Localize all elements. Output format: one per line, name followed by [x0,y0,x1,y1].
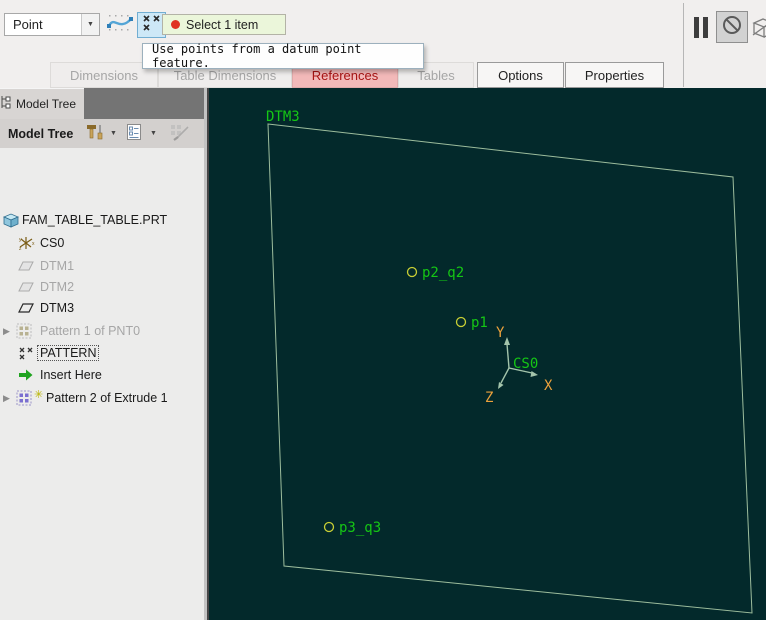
csys-icon: y z x [18,235,36,251]
tree-filter-button-disabled [168,122,192,146]
csys-label[interactable]: CS0 [513,356,538,372]
tab-model-tree[interactable]: Model Tree [0,88,84,119]
tree-hierarchy-icon [0,94,16,114]
filter-disabled-icon [168,122,192,145]
graphics-viewport[interactable]: DTM3 p2_q2 p1 p3_q3 Y X Z CS0 [209,88,766,620]
point-type-combobox[interactable]: Point ▼ [4,13,100,36]
sketched-points-button[interactable] [105,13,135,37]
tree-settings-dropdown[interactable]: ▼ [150,122,157,146]
tools-icon [85,122,105,145]
axis-label-z: Z [485,390,493,406]
tree-item-dtm1[interactable]: DTM1 [0,255,204,277]
model-tree-title: Model Tree [8,126,74,141]
tree-item-pattern1[interactable]: ▶ Pattern 1 of PNT0 [0,320,204,342]
datum-plane-icon [18,260,34,272]
part-icon [3,213,19,228]
tree-item-part[interactable]: FAM_TABLE_TABLE.PRT [0,209,204,231]
tab-options[interactable]: Options [477,62,564,88]
datum-plane-icon [18,281,34,293]
tree-settings-button[interactable] [126,122,143,146]
pattern-icon [16,323,32,339]
model-tree-panel: Model Tree Model Tree ▼ ▼ FAM_TABLE_TABL… [0,88,204,620]
insert-arrow-icon [18,368,34,382]
selection-status: Select 1 item [162,14,286,35]
application-window: Point ▼ Select 1 item Dimensions Table D… [0,0,766,620]
pause-button[interactable] [694,17,709,38]
chevron-down-icon[interactable]: ▼ [81,14,99,35]
required-dot-icon [171,20,180,29]
tree-tools-button[interactable] [85,122,105,146]
point-label[interactable]: p3_q3 [339,520,381,536]
curve-points-icon [106,12,134,39]
svg-text:x: x [32,241,35,247]
checklist-icon [126,123,143,144]
tree-item-pattern2[interactable]: ▶ ✳ Pattern 2 of Extrude 1 [0,387,204,409]
pause-icon [694,17,699,38]
pattern-icon [16,390,32,406]
tab-properties[interactable]: Properties [565,62,664,88]
point-label[interactable]: p2_q2 [422,265,464,281]
cancel-button[interactable] [716,11,748,43]
datum-plane-icon [18,302,34,314]
selection-status-text: Select 1 item [186,17,259,32]
datum-plane-label[interactable]: DTM3 [266,109,300,125]
no-entry-icon [720,13,744,42]
tree-item-dtm2[interactable]: DTM2 [0,276,204,298]
datum-display-button[interactable] [751,15,766,40]
toolbar-divider [683,3,684,87]
tree-item-insert-here[interactable]: Insert Here [0,364,204,386]
tree-item-pattern-selected[interactable]: PATTERN [0,342,204,364]
tree-item-dtm3[interactable]: DTM3 [0,297,204,319]
model-tree-header: Model Tree ▼ ▼ [0,119,204,148]
tooltip: Use points from a datum point feature. [142,42,424,70]
axis-label-y: Y [496,325,505,341]
axis-label-x: X [544,378,553,394]
datum-points-icon [18,346,35,361]
expand-icon[interactable]: ▶ [3,326,13,337]
point-type-value: Point [13,17,43,32]
point-label[interactable]: p1 [471,315,488,331]
tooltip-text: Use points from a datum point feature. [152,42,362,70]
model-tree-list: FAM_TABLE_TABLE.PRT y z x CS0 DTM1 DTM2 … [0,148,204,620]
tree-item-cs0[interactable]: y z x CS0 [0,232,204,254]
datum-points-icon [140,13,163,38]
model-tree-tab-label: Model Tree [16,97,77,111]
wireframe-cube-icon [751,18,766,44]
modified-star-icon: ✳ [34,389,44,401]
svg-text:z: z [19,246,22,251]
expand-icon[interactable]: ▶ [3,393,13,404]
viewport-background [209,88,766,620]
tree-tools-dropdown[interactable]: ▼ [110,122,117,146]
